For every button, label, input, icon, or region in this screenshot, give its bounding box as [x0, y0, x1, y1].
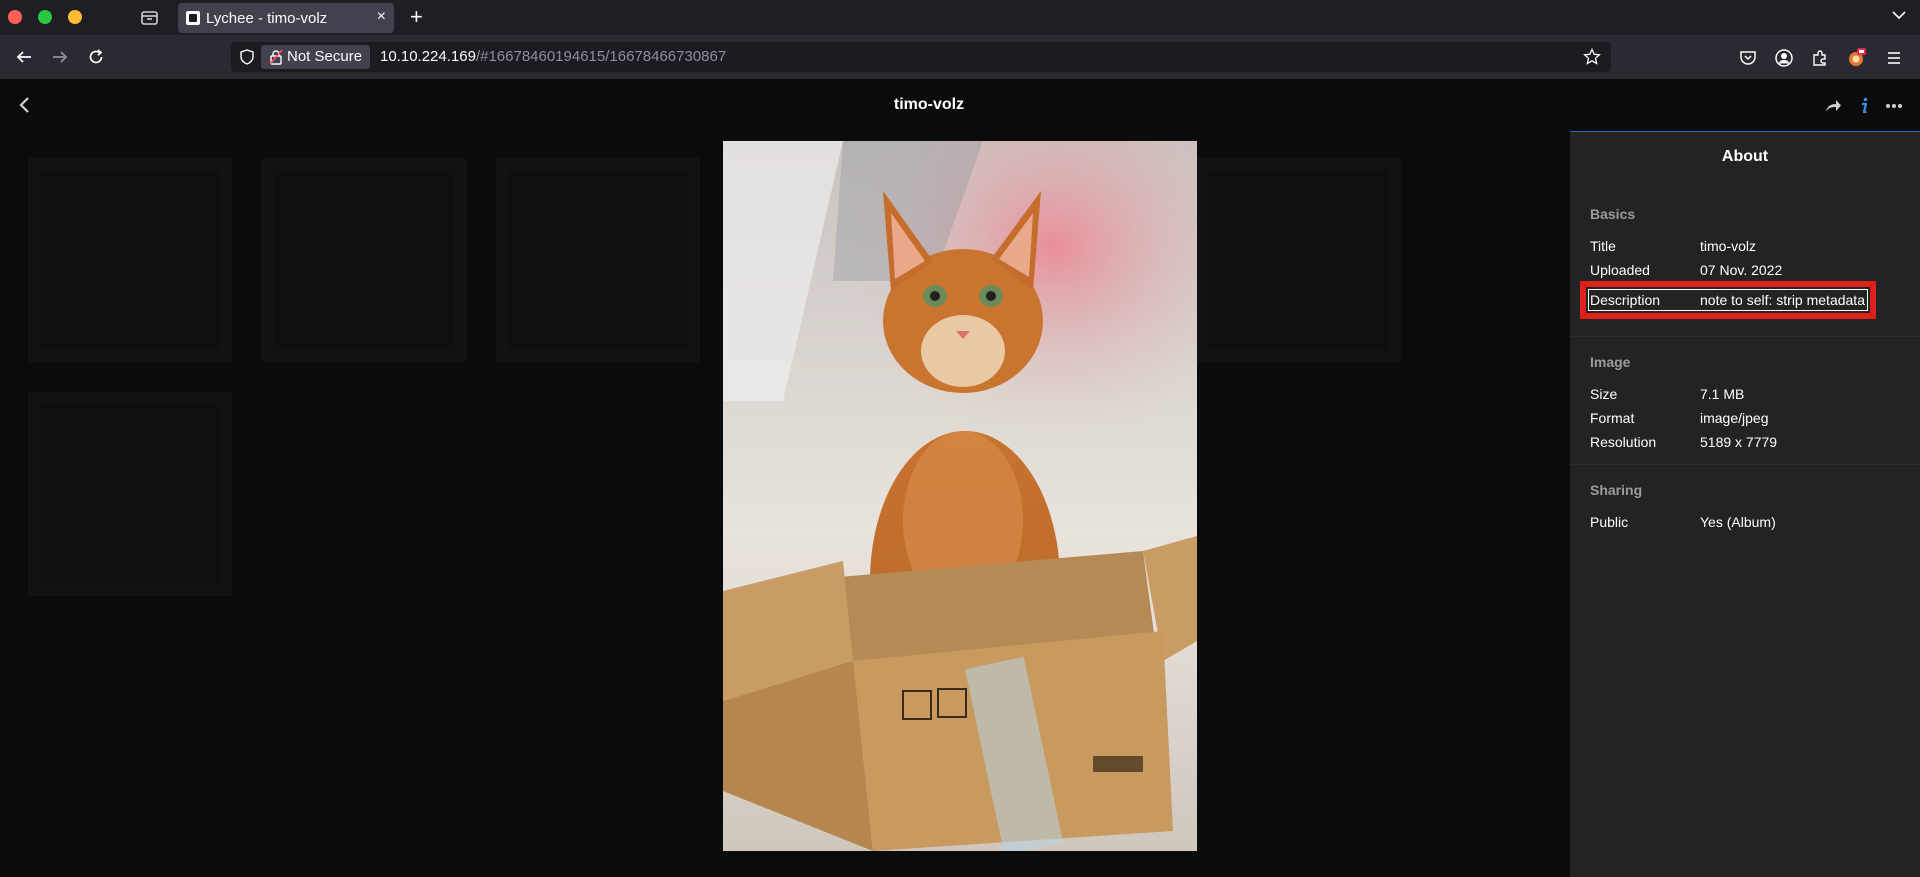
- album-thumbnail[interactable]: [28, 392, 232, 596]
- main-photo: [723, 141, 1197, 851]
- basics-title-value: timo-volz: [1700, 238, 1757, 254]
- cat-in-box-image: [723, 141, 1197, 851]
- reload-icon[interactable]: [84, 45, 108, 69]
- basics-uploaded-key: Uploaded: [1590, 262, 1650, 278]
- basics-description-value: note to self: strip metadata: [1700, 292, 1865, 308]
- tab-close-icon[interactable]: ×: [377, 8, 386, 26]
- image-size-value: 7.1 MB: [1700, 386, 1745, 402]
- image-format-value: image/jpeg: [1700, 410, 1769, 426]
- lychee-favicon-icon: [186, 11, 200, 25]
- image-format-key: Format: [1590, 410, 1635, 426]
- url-host: 10.10.224.169: [380, 48, 476, 65]
- not-secure-indicator[interactable]: Not Secure: [261, 45, 371, 69]
- section-basics: Basics: [1590, 206, 1636, 222]
- basics-title-key: Title: [1590, 238, 1616, 254]
- browser-nav-bar: Not Secure 10.10.224.169/#16678460194615…: [0, 35, 1920, 80]
- tracking-protection-shield-icon[interactable]: [239, 49, 255, 65]
- photo-title: timo-volz: [893, 96, 965, 113]
- extensions-puzzle-icon[interactable]: [1810, 48, 1830, 68]
- window-maximize-button[interactable]: [38, 10, 52, 24]
- not-secure-label: Not Secure: [287, 48, 363, 65]
- basics-uploaded-value: 07 Nov. 2022: [1700, 262, 1783, 278]
- album-thumbnail[interactable]: [496, 158, 700, 362]
- window-minimize-button[interactable]: [68, 10, 82, 24]
- lychee-photo-view: timo-volz About Basics Title timo-volz U…: [0, 80, 1920, 877]
- basics-description-key: Description: [1590, 292, 1661, 308]
- image-size-key: Size: [1590, 386, 1618, 402]
- foxyproxy-extension-icon[interactable]: [1846, 48, 1866, 68]
- section-sharing: Sharing: [1590, 482, 1643, 498]
- image-resolution-value: 5189 x 7779: [1700, 434, 1778, 450]
- tab-list-chevron-icon[interactable]: [1890, 6, 1908, 24]
- sidebar-heading: About: [1721, 148, 1769, 165]
- section-divider: [1570, 464, 1920, 465]
- insecure-lock-icon: [269, 49, 283, 65]
- section-divider: [1570, 336, 1920, 337]
- browser-tab-bar: Lychee - timo-volz × +: [0, 0, 1920, 35]
- forward-arrow-icon[interactable]: [48, 45, 72, 69]
- info-icon[interactable]: [1854, 96, 1874, 116]
- photo-header: timo-volz: [0, 80, 1920, 130]
- pocket-icon[interactable]: [1738, 48, 1758, 68]
- album-thumbnail[interactable]: [262, 158, 466, 362]
- firefox-view-icon[interactable]: [140, 8, 159, 27]
- album-thumbnail[interactable]: [1197, 158, 1401, 362]
- back-arrow-icon[interactable]: [12, 45, 36, 69]
- url-path: /#16678460194615/16678466730867: [475, 48, 727, 65]
- section-image: Image: [1590, 354, 1631, 370]
- about-sidebar: About Basics Title timo-volz Uploaded 07…: [1570, 131, 1920, 877]
- album-thumbnail[interactable]: [28, 158, 232, 362]
- image-resolution-key: Resolution: [1590, 434, 1657, 450]
- more-options-icon[interactable]: [1884, 96, 1904, 116]
- sharing-public-key: Public: [1590, 514, 1629, 530]
- new-tab-button[interactable]: +: [410, 4, 423, 30]
- window-close-button[interactable]: [8, 10, 22, 24]
- bookmark-star-icon[interactable]: [1583, 47, 1601, 66]
- sharing-public-value: Yes (Album): [1700, 514, 1776, 530]
- browser-tab-active[interactable]: Lychee - timo-volz ×: [178, 3, 394, 33]
- address-bar[interactable]: Not Secure 10.10.224.169/#16678460194615…: [231, 42, 1611, 72]
- hamburger-menu-icon[interactable]: [1884, 48, 1904, 68]
- account-icon[interactable]: [1774, 48, 1794, 68]
- share-arrow-icon[interactable]: [1823, 96, 1843, 116]
- url-text[interactable]: 10.10.224.169/#16678460194615/1667846673…: [380, 48, 726, 65]
- tab-title: Lychee - timo-volz: [206, 10, 328, 27]
